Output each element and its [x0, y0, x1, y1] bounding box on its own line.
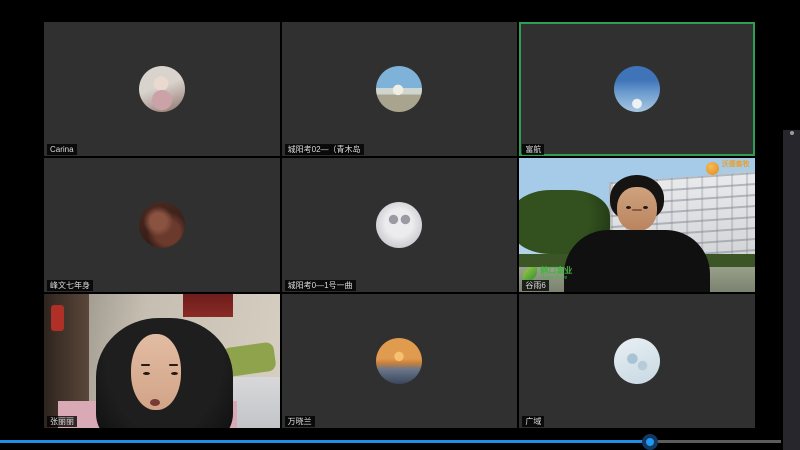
player-progress-knob[interactable] — [642, 434, 658, 450]
avatar — [376, 338, 422, 384]
player-progress-remaining-track[interactable] — [650, 440, 781, 443]
participant-name-badge: 谷雨6 — [522, 280, 548, 291]
avatar — [376, 66, 422, 112]
avatar — [139, 66, 185, 112]
man-mouth — [632, 209, 642, 211]
participant-name-badge: 张丽丽 — [47, 416, 77, 427]
player-progress-filled-track[interactable] — [0, 440, 650, 443]
woman-mouth — [150, 399, 160, 406]
participant-tile-8[interactable]: 万晓兰 — [282, 294, 518, 428]
participant-name-badge: 富航 — [522, 144, 544, 155]
scrollbar-dot — [790, 131, 794, 135]
participant-tile-6-video-man[interactable]: 沃德畜牧 WOD XUMU 鹤口富业 Hekou Fuye 谷雨6 — [519, 158, 755, 292]
watermark-cn-text: 沃德畜牧 — [722, 161, 750, 169]
right-side-scrollbar-panel[interactable] — [783, 130, 800, 450]
avatar — [139, 202, 185, 248]
participant-name-badge: 万晓兰 — [285, 416, 315, 427]
orange-company-watermark: 沃德畜牧 WOD XUMU — [706, 161, 750, 175]
participant-tile-7-video-woman[interactable]: 张丽丽 — [44, 294, 280, 428]
video-call-recording-screen: Carina 城阳考02—（青木岛 富航 峰文七年身 城阳考0—1号一曲 — [0, 0, 800, 450]
participant-tile-5[interactable]: 城阳考0—1号一曲 — [282, 158, 518, 292]
man-black-sweater — [564, 230, 710, 292]
red-wall-hanging — [183, 294, 232, 317]
woman-eyebrow — [141, 364, 150, 366]
participant-name-badge: 城阳考0—1号一曲 — [285, 280, 356, 291]
avatar — [614, 66, 660, 112]
woman-eye — [143, 372, 150, 375]
participant-name-badge: 广域 — [522, 416, 544, 427]
participant-grid: Carina 城阳考02—（青木岛 富航 峰文七年身 城阳考0—1号一曲 — [44, 22, 755, 428]
avatar — [376, 202, 422, 248]
man-eye — [626, 206, 631, 209]
orange-logo-icon — [706, 162, 719, 175]
participant-name-badge: 城阳考02—（青木岛 — [285, 144, 364, 155]
woman-eye — [171, 372, 178, 375]
participant-name-badge: Carina — [47, 144, 77, 155]
green-leaf-logo-icon — [523, 267, 537, 281]
red-wall-decoration — [51, 305, 64, 331]
man-face — [617, 187, 657, 231]
participant-name-badge: 峰文七年身 — [47, 280, 93, 291]
watermark-en-text: WOD XUMU — [722, 169, 750, 175]
participant-tile-2[interactable]: 城阳考02—（青木岛 — [282, 22, 518, 156]
watermark-cn-text: 鹤口富业 — [540, 266, 572, 275]
man-eye — [643, 206, 648, 209]
participant-tile-3-active-speaker[interactable]: 富航 — [519, 22, 755, 156]
participant-tile-9[interactable]: 广域 — [519, 294, 755, 428]
woman-eyebrow — [169, 364, 178, 366]
participant-tile-carina[interactable]: Carina — [44, 22, 280, 156]
green-company-watermark: 鹤口富业 Hekou Fuye — [523, 266, 572, 281]
avatar — [614, 338, 660, 384]
participant-tile-4[interactable]: 峰文七年身 — [44, 158, 280, 292]
